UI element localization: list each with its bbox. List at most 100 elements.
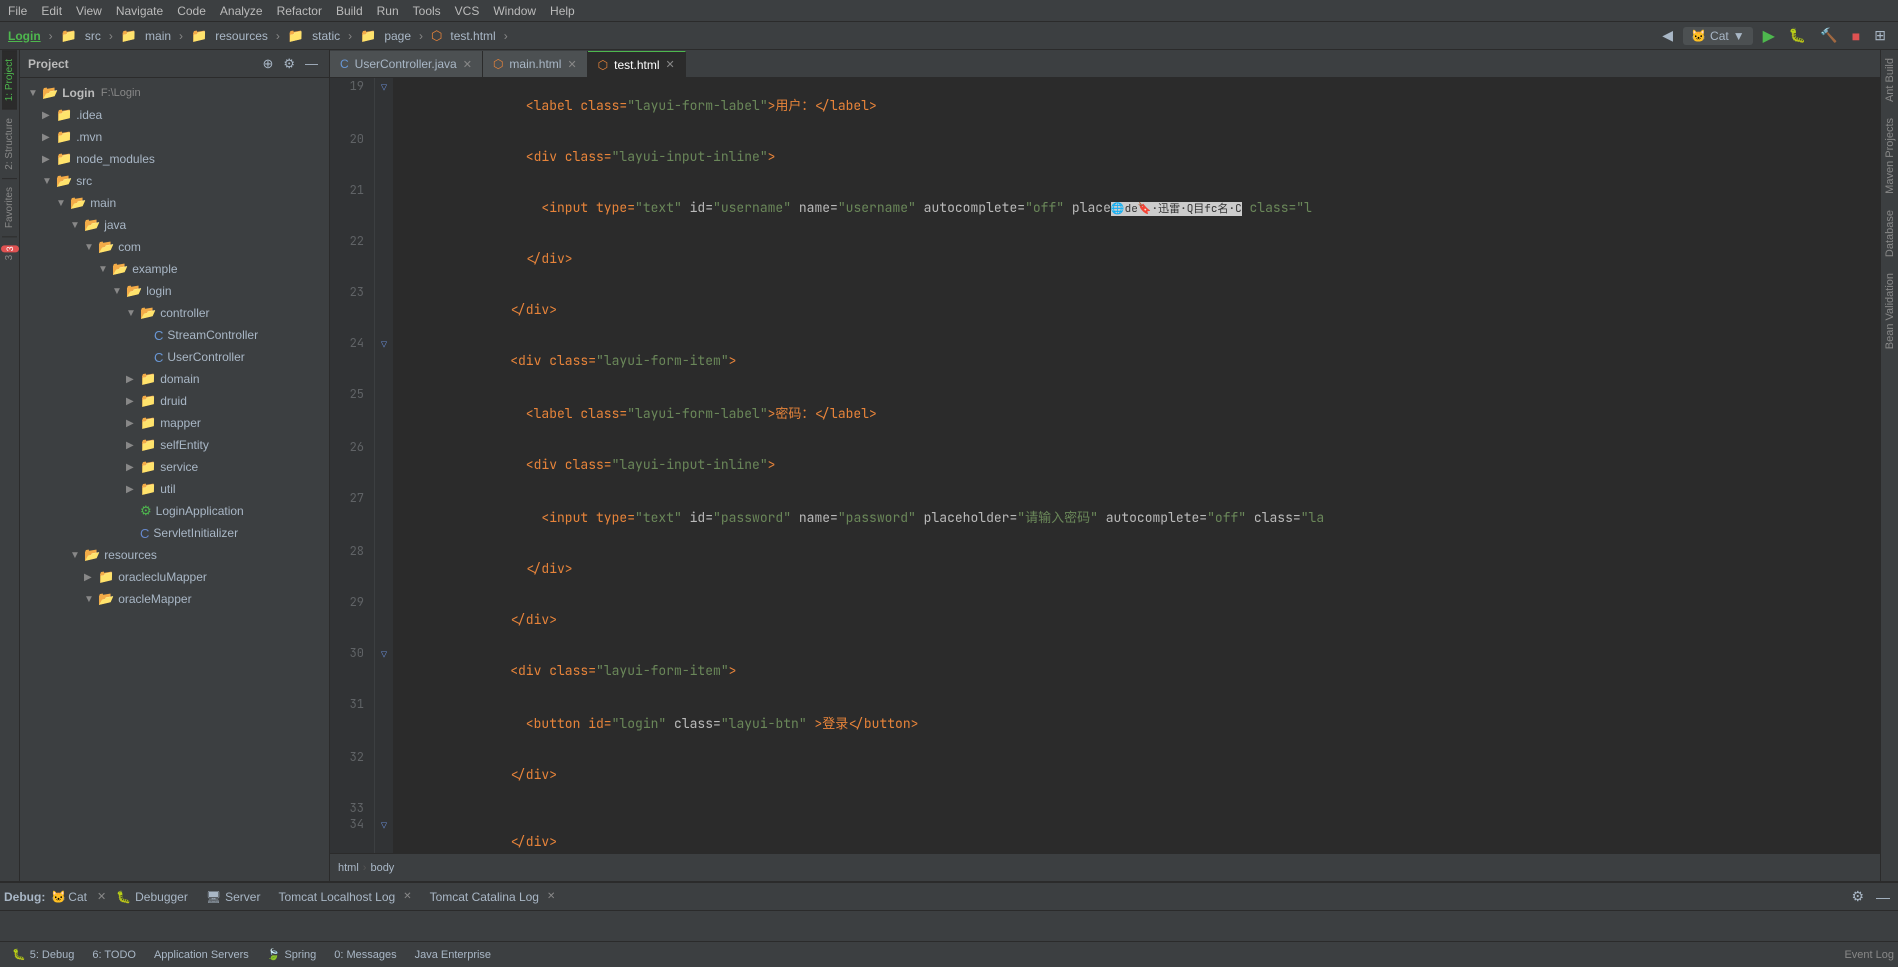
breadcrumb-login[interactable]: Login bbox=[8, 29, 41, 43]
menu-vcs[interactable]: VCS bbox=[455, 4, 480, 18]
tag-22a: </div> bbox=[495, 250, 573, 267]
tree-item-ServletInitializer[interactable]: C ServletInitializer bbox=[20, 522, 329, 544]
tree-item-UserController[interactable]: C UserController bbox=[20, 346, 329, 368]
code-line-33: 33 bbox=[330, 800, 1880, 816]
sidebar-tab-3[interactable]: 3 3 bbox=[2, 236, 17, 268]
status-tab-app-servers[interactable]: Application Servers bbox=[146, 944, 257, 966]
folder-main-icon: 📁 bbox=[121, 28, 137, 44]
tree-item-login[interactable]: ▼ 📂 Login F:\Login bbox=[20, 82, 329, 104]
close-tab-main-html[interactable]: ✕ bbox=[567, 58, 576, 71]
folder-icon-resources: 📂 bbox=[84, 547, 100, 563]
menu-tools[interactable]: Tools bbox=[413, 4, 441, 18]
stop-button[interactable]: ■ bbox=[1848, 26, 1864, 46]
path-body[interactable]: body bbox=[370, 862, 394, 874]
status-tab-java-enterprise[interactable]: Java Enterprise bbox=[407, 944, 499, 966]
menu-edit[interactable]: Edit bbox=[41, 4, 62, 18]
status-tab-messages[interactable]: 0: Messages bbox=[326, 944, 404, 966]
tree-item-LoginApplication[interactable]: ⚙ LoginApplication bbox=[20, 500, 329, 522]
code-line-32: 32 </div> bbox=[330, 749, 1880, 800]
debug-tab-debugger[interactable]: 🐛 Debugger bbox=[108, 885, 196, 909]
menu-help[interactable]: Help bbox=[550, 4, 575, 18]
menu-analyze[interactable]: Analyze bbox=[220, 4, 263, 18]
status-tab-debug[interactable]: 🐛 5: Debug bbox=[4, 944, 82, 966]
close-tomcat-catalina[interactable]: ✕ bbox=[547, 891, 555, 902]
attr-21c: autocomplete= bbox=[916, 199, 1025, 216]
sidebar-tab-structure[interactable]: 2: Structure bbox=[2, 109, 17, 178]
menu-code[interactable]: Code bbox=[177, 4, 206, 18]
debug-tab-server[interactable]: 🖥 Server bbox=[198, 885, 269, 909]
code-editor[interactable]: 19 ▽ <label class="layui-form-label">用户：… bbox=[330, 78, 1880, 853]
tree-item-login-pkg[interactable]: ▼ 📂 login bbox=[20, 280, 329, 302]
tree-item-idea[interactable]: ▶ 📁 .idea bbox=[20, 104, 329, 126]
right-tab-database[interactable]: Database bbox=[1882, 202, 1898, 265]
minimize-debug-button[interactable]: — bbox=[1872, 887, 1894, 907]
cat-dropdown[interactable]: 🐱 Cat ▼ bbox=[1683, 27, 1753, 45]
tree-item-mapper[interactable]: ▶ 📁 mapper bbox=[20, 412, 329, 434]
tree-item-example[interactable]: ▼ 📂 example bbox=[20, 258, 329, 280]
menu-window[interactable]: Window bbox=[493, 4, 536, 18]
tree-item-druid[interactable]: ▶ 📁 druid bbox=[20, 390, 329, 412]
tag-24a: <div class= bbox=[495, 352, 596, 369]
debug-tab-tomcat-catalina[interactable]: Tomcat Catalina Log ✕ bbox=[422, 885, 564, 909]
tree-item-resources[interactable]: ▼ 📂 resources bbox=[20, 544, 329, 566]
menu-build[interactable]: Build bbox=[336, 4, 363, 18]
tree-item-util[interactable]: ▶ 📁 util bbox=[20, 478, 329, 500]
event-log-label[interactable]: Event Log bbox=[1844, 949, 1894, 961]
status-tab-todo[interactable]: 6: TODO bbox=[84, 944, 144, 966]
tree-item-main[interactable]: ▼ 📂 main bbox=[20, 192, 329, 214]
close-tab-UserController[interactable]: ✕ bbox=[463, 58, 472, 71]
run-button[interactable]: ▶ bbox=[1759, 24, 1779, 48]
status-tab-spring[interactable]: 🍃 Spring bbox=[259, 944, 325, 966]
debug-button[interactable]: 🐛 bbox=[1785, 25, 1810, 46]
tree-item-StreamController[interactable]: C StreamController bbox=[20, 324, 329, 346]
gutter-24: ▽ bbox=[375, 335, 393, 386]
layout-button[interactable]: ⊞ bbox=[1870, 25, 1890, 46]
breadcrumb-src[interactable]: src bbox=[85, 29, 101, 43]
build-button[interactable]: 🔨 bbox=[1816, 25, 1841, 46]
collapse-sidebar-button[interactable]: — bbox=[302, 55, 321, 73]
menu-run[interactable]: Run bbox=[377, 4, 399, 18]
tree-item-src[interactable]: ▼ 📂 src bbox=[20, 170, 329, 192]
tab-test-html[interactable]: ⬡ test.html ✕ bbox=[588, 51, 686, 77]
tab-main-html[interactable]: ⬡ main.html ✕ bbox=[483, 51, 588, 77]
tag-28a: </div> bbox=[495, 560, 573, 577]
tab-UserController[interactable]: C UserController.java ✕ bbox=[330, 51, 483, 77]
tree-item-com[interactable]: ▼ 📂 com bbox=[20, 236, 329, 258]
tree-item-domain[interactable]: ▶ 📁 domain bbox=[20, 368, 329, 390]
tree-item-oraclecluMapper[interactable]: ▶ 📁 oraclecluMapper bbox=[20, 566, 329, 588]
settings-button[interactable]: ⚙ bbox=[280, 55, 298, 73]
close-tab-test-html[interactable]: ✕ bbox=[666, 58, 675, 71]
menu-navigate[interactable]: Navigate bbox=[116, 4, 163, 18]
menu-file[interactable]: File bbox=[8, 4, 27, 18]
code-line-25: 25 <label class="layui-form-label">密码：</… bbox=[330, 386, 1880, 439]
line-content-33 bbox=[393, 800, 1880, 816]
tag-30a: <div class= bbox=[495, 662, 596, 679]
sync-button[interactable]: ⊕ bbox=[259, 55, 276, 73]
tree-item-mvn[interactable]: ▶ 📁 .mvn bbox=[20, 126, 329, 148]
sidebar-tab-favorites[interactable]: Favorites bbox=[2, 178, 17, 236]
breadcrumb-main[interactable]: main bbox=[145, 29, 171, 43]
breadcrumb-static[interactable]: static bbox=[312, 29, 340, 43]
tree-item-node-modules[interactable]: ▶ 📁 node_modules bbox=[20, 148, 329, 170]
menu-refactor[interactable]: Refactor bbox=[277, 4, 322, 18]
right-tab-bean[interactable]: Bean Validation bbox=[1882, 265, 1898, 357]
gutter-19: ▽ bbox=[375, 78, 393, 131]
debug-tab-tomcat-localhost[interactable]: Tomcat Localhost Log ✕ bbox=[270, 885, 419, 909]
tree-item-java[interactable]: ▼ 📂 java bbox=[20, 214, 329, 236]
tree-item-controller[interactable]: ▼ 📂 controller bbox=[20, 302, 329, 324]
menu-view[interactable]: View bbox=[76, 4, 102, 18]
right-tab-ant[interactable]: Ant Build bbox=[1882, 50, 1898, 110]
close-debug-button[interactable]: ✕ bbox=[97, 890, 106, 903]
breadcrumb-page[interactable]: page bbox=[384, 29, 411, 43]
tree-item-service[interactable]: ▶ 📁 service bbox=[20, 456, 329, 478]
settings-debug-button[interactable]: ⚙ bbox=[1847, 886, 1868, 907]
right-tab-maven[interactable]: Maven Projects bbox=[1882, 110, 1898, 202]
close-tomcat-localhost[interactable]: ✕ bbox=[403, 891, 411, 902]
tree-item-oracleMapper[interactable]: ▼ 📂 oracleMapper bbox=[20, 588, 329, 610]
back-button[interactable]: ◀ bbox=[1658, 25, 1677, 46]
tree-item-selfEntity[interactable]: ▶ 📁 selfEntity bbox=[20, 434, 329, 456]
breadcrumb-testhtml[interactable]: test.html bbox=[450, 29, 495, 43]
path-html[interactable]: html bbox=[338, 862, 359, 874]
sidebar-tab-project[interactable]: 1: Project bbox=[2, 50, 17, 109]
breadcrumb-resources[interactable]: resources bbox=[215, 29, 268, 43]
